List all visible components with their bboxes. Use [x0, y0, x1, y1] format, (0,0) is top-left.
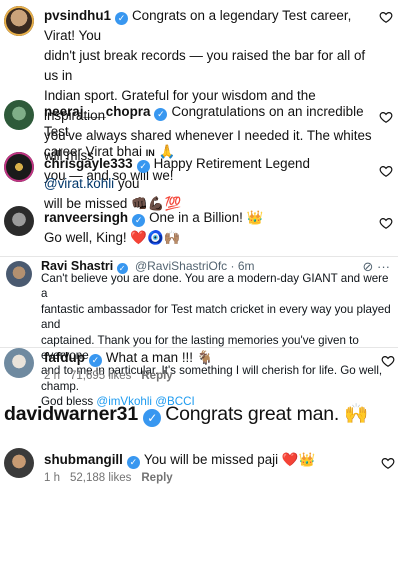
- heart-icon[interactable]: [379, 164, 393, 178]
- mention-link[interactable]: @virat.kohli: [44, 176, 114, 191]
- verified-icon: ✓: [154, 108, 168, 121]
- username[interactable]: pvsindhu1: [44, 8, 111, 23]
- avatar[interactable]: [4, 206, 34, 236]
- heart-icon[interactable]: [379, 10, 393, 24]
- comment-ranveersingh: ranveersingh ✓ One in a Billion! 👑 Go well…: [0, 204, 398, 252]
- avatar[interactable]: [4, 348, 34, 378]
- comment-meta: 1 h 52,188 likes Reply: [44, 472, 183, 484]
- timestamp: 2 h: [44, 370, 60, 382]
- verified-icon: ✓: [88, 354, 102, 367]
- username[interactable]: davidwarner31: [4, 403, 138, 425]
- heart-icon[interactable]: [379, 110, 393, 124]
- comment-chrisgayle333: chrisgayle333 ✓ Happy Retirement Legend @v…: [0, 150, 398, 211]
- tweet-body: Can't believe you are done. You are a mo…: [41, 272, 391, 409]
- verified-icon: ✓: [114, 12, 128, 25]
- username[interactable]: neeraj___chopra: [44, 104, 150, 119]
- username[interactable]: fafdup: [44, 350, 85, 365]
- comment-fafdup: fafdup ✓ What a man !!! 🐐 2 h 71,695 likes R…: [0, 346, 398, 386]
- comment-davidwarner31: davidwarner31 ✓ Congrats great man. 🙌: [4, 403, 369, 427]
- username[interactable]: ranveersingh: [44, 210, 128, 225]
- comment-text: ranveersingh ✓ One in a Billion! 👑 Go well…: [44, 210, 264, 245]
- avatar[interactable]: [6, 261, 32, 287]
- comment-text: fafdup ✓ What a man !!! 🐐: [44, 350, 214, 367]
- verified-icon: ✓: [132, 214, 146, 227]
- tweet-ravi-shastri: Ravi Shastri ✓ @RaviShastriOfc · 6m ⊘ ··…: [0, 256, 398, 408]
- heart-icon[interactable]: [379, 216, 393, 230]
- heart-icon[interactable]: [381, 354, 395, 368]
- comment-neeraj-chopra: neeraj___chopra ✓ Congratulations on an in…: [0, 98, 398, 159]
- avatar[interactable]: [4, 100, 34, 130]
- comment-shubmangill: shubmangill ✓ You will be missed paji ❤️👑 …: [0, 446, 398, 486]
- verified-icon: ✓: [136, 160, 150, 173]
- username[interactable]: shubmangill: [44, 452, 123, 467]
- timestamp: 1 h: [44, 472, 60, 484]
- avatar[interactable]: [4, 6, 34, 36]
- verified-icon: ✓: [126, 456, 140, 469]
- reply-button[interactable]: Reply: [141, 472, 172, 484]
- verified-icon: ✓: [143, 409, 162, 427]
- comment-pvsindhu1: pvsindhu1 ✓ Congrats on a legendary Test c…: [0, 0, 398, 183]
- reply-button[interactable]: Reply: [141, 370, 172, 382]
- username[interactable]: chrisgayle333: [44, 156, 133, 171]
- avatar[interactable]: [4, 448, 34, 478]
- avatar[interactable]: [4, 152, 34, 182]
- comment-text: Congrats great man.: [165, 403, 340, 425]
- likes-count[interactable]: 71,695 likes: [70, 370, 131, 382]
- comment-meta: 2 h 71,695 likes Reply: [44, 370, 183, 382]
- likes-count[interactable]: 52,188 likes: [70, 472, 131, 484]
- heart-icon[interactable]: [381, 456, 395, 470]
- comment-text: shubmangill ✓ You will be missed paji ❤️👑: [44, 452, 316, 469]
